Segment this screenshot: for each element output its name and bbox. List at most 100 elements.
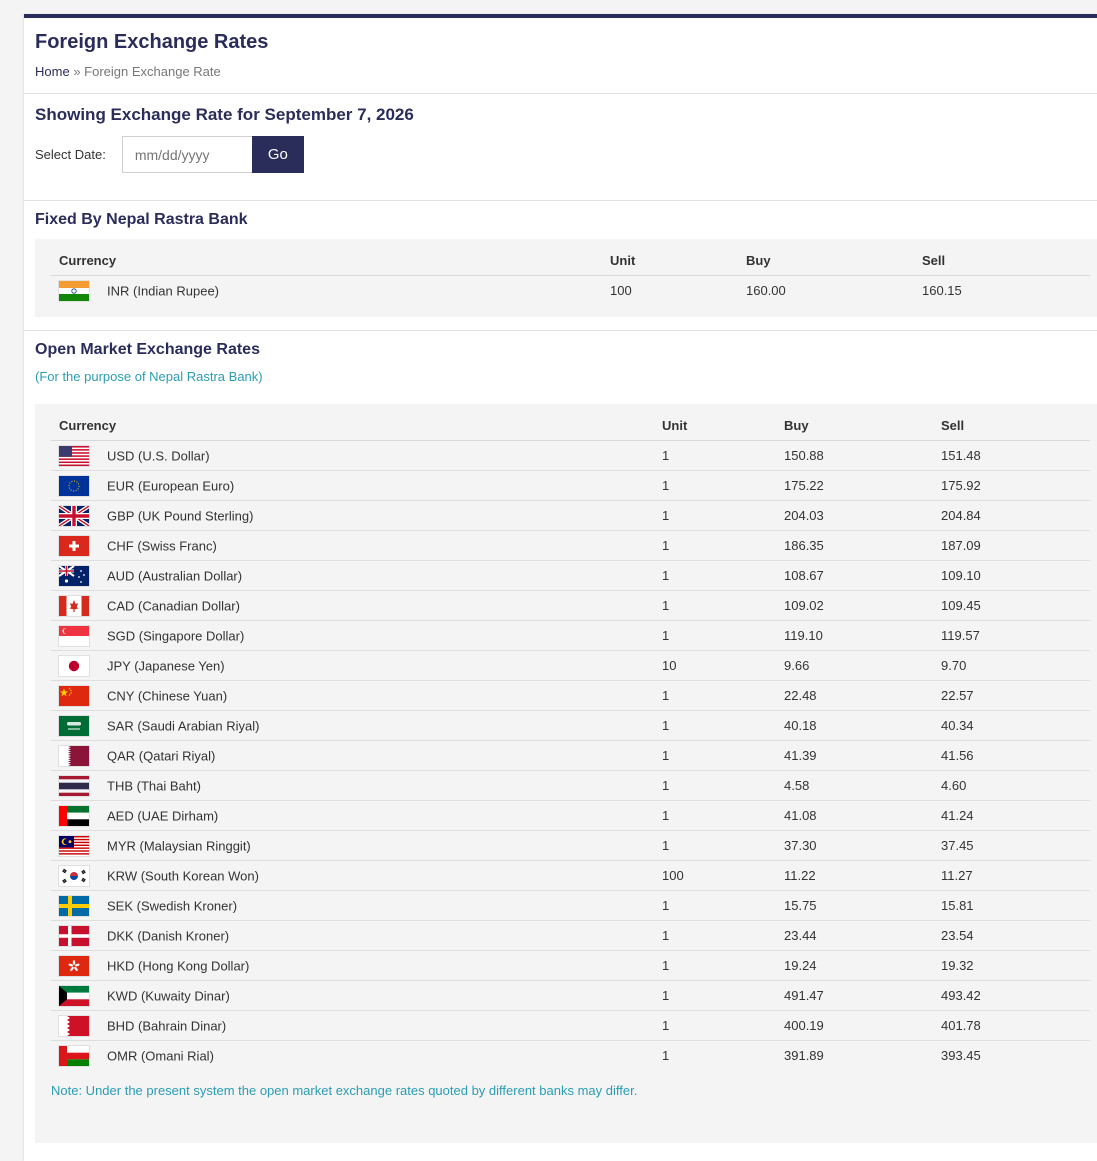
unit-cell: 1 <box>654 470 776 501</box>
table-row: DKK (Danish Kroner) 1 23.44 23.54 <box>51 920 1090 951</box>
buy-rate-cell: 40.18 <box>776 710 933 741</box>
buy-rate-cell: 41.39 <box>776 740 933 771</box>
table-row: EUR (European Euro) 1 175.22 175.92 <box>51 470 1090 501</box>
currency-name: QAR (Qatari Riyal) <box>107 748 216 763</box>
sell-rate-cell: 15.81 <box>933 890 1090 921</box>
currency-cell: USD (U.S. Dollar) <box>51 440 654 471</box>
fixed-rates-panel: Currency Unit Buy Sell INR (Indian Rupee… <box>35 239 1097 317</box>
buy-rate-cell: 108.67 <box>776 560 933 591</box>
jp-flag-icon <box>59 655 89 676</box>
page-title: Foreign Exchange Rates <box>35 31 269 53</box>
buy-rate-cell: 41.08 <box>776 800 933 831</box>
unit-cell: 1 <box>654 980 776 1011</box>
buy-rate-cell: 23.44 <box>776 920 933 951</box>
ch-flag-icon <box>59 535 89 556</box>
sell-rate-cell: 119.57 <box>933 620 1090 651</box>
unit-cell: 1 <box>654 590 776 621</box>
currency-cell: INR (Indian Rupee) <box>51 276 602 306</box>
column-header-sell: Sell <box>914 239 1090 276</box>
unit-cell: 100 <box>654 860 776 891</box>
buy-rate-cell: 175.22 <box>776 470 933 501</box>
table-row: KRW (South Korean Won) 100 11.22 11.27 <box>51 860 1090 891</box>
fixed-rates-title: Fixed By Nepal Rastra Bank <box>35 211 248 228</box>
sell-rate-cell: 9.70 <box>933 650 1090 681</box>
cn-flag-icon <box>59 685 89 706</box>
table-row: INR (Indian Rupee) 100 160.00 160.15 <box>51 276 1090 306</box>
table-row: JPY (Japanese Yen) 10 9.66 9.70 <box>51 650 1090 681</box>
currency-name: KRW (South Korean Won) <box>107 868 259 883</box>
table-row: CHF (Swiss Franc) 1 186.35 187.09 <box>51 530 1090 561</box>
buy-rate-cell: 186.35 <box>776 530 933 561</box>
sell-rate-cell: 41.24 <box>933 800 1090 831</box>
currency-cell: QAR (Qatari Riyal) <box>51 740 654 771</box>
bh-flag-icon <box>59 1015 89 1036</box>
currency-name: SEK (Swedish Kroner) <box>107 898 238 913</box>
sell-rate-cell: 175.92 <box>933 470 1090 501</box>
currency-cell: JPY (Japanese Yen) <box>51 650 654 681</box>
sell-rate-cell: 109.10 <box>933 560 1090 591</box>
currency-cell: THB (Thai Baht) <box>51 770 654 801</box>
sell-rate-cell: 151.48 <box>933 440 1090 471</box>
sell-rate-cell: 204.84 <box>933 500 1090 531</box>
table-row: OMR (Omani Rial) 1 391.89 393.45 <box>51 1041 1090 1071</box>
table-row: GBP (UK Pound Sterling) 1 204.03 204.84 <box>51 500 1090 531</box>
column-header-currency: Currency <box>51 404 654 441</box>
currency-cell: AED (UAE Dirham) <box>51 800 654 831</box>
table-row: SEK (Swedish Kroner) 1 15.75 15.81 <box>51 890 1090 921</box>
th-flag-icon <box>59 775 89 796</box>
currency-name: DKK (Danish Kroner) <box>107 928 230 943</box>
open-market-table: Currency Unit Buy Sell USD (U.S. Dollar)… <box>51 404 1090 1070</box>
unit-cell: 1 <box>654 890 776 921</box>
currency-name: KWD (Kuwaity Dinar) <box>107 988 230 1003</box>
sell-rate-cell: 41.56 <box>933 740 1090 771</box>
table-row: CAD (Canadian Dollar) 1 109.02 109.45 <box>51 590 1090 621</box>
buy-rate-cell: 491.47 <box>776 980 933 1011</box>
currency-cell: CHF (Swiss Franc) <box>51 530 654 561</box>
sell-rate-cell: 160.15 <box>922 283 962 298</box>
currency-name: SAR (Saudi Arabian Riyal) <box>107 718 260 733</box>
currency-cell: BHD (Bahrain Dinar) <box>51 1010 654 1041</box>
table-row: HKD (Hong Kong Dollar) 1 19.24 19.32 <box>51 950 1090 981</box>
gb-flag-icon <box>57 503 91 528</box>
unit-cell: 1 <box>654 1010 776 1041</box>
us-flag-icon <box>59 445 89 466</box>
go-button[interactable]: Go <box>251 136 304 173</box>
sell-rate-cell: 493.42 <box>933 980 1090 1011</box>
open-market-title: Open Market Exchange Rates <box>35 341 260 358</box>
table-row: AUD (Australian Dollar) 1 108.67 109.10 <box>51 560 1090 591</box>
select-date-label: Select Date: <box>35 147 106 162</box>
currency-name: HKD (Hong Kong Dollar) <box>107 958 250 973</box>
open-market-subtitle: (For the purpose of Nepal Rastra Bank) <box>35 369 263 384</box>
currency-name: CNY (Chinese Yuan) <box>107 688 228 703</box>
currency-name: GBP (UK Pound Sterling) <box>107 508 254 523</box>
table-row: AED (UAE Dirham) 1 41.08 41.24 <box>51 800 1090 831</box>
currency-cell: HKD (Hong Kong Dollar) <box>51 950 654 981</box>
sell-rate-cell: 37.45 <box>933 830 1090 861</box>
currency-name: CAD (Canadian Dollar) <box>107 598 240 613</box>
currency-cell: CNY (Chinese Yuan) <box>51 680 654 711</box>
sell-rate-cell: 187.09 <box>933 530 1090 561</box>
buy-rate-cell: 160.00 <box>746 283 786 298</box>
breadcrumb-home-link[interactable]: Home <box>35 64 70 79</box>
exchange-rate-card: Foreign Exchange Rates Home » Foreign Ex… <box>24 14 1097 1161</box>
buy-rate-cell: 400.19 <box>776 1010 933 1041</box>
table-row: SGD (Singapore Dollar) 1 119.10 119.57 <box>51 620 1090 651</box>
disclaimer-note: Note: Under the present system the open … <box>51 1083 638 1098</box>
buy-rate-cell: 119.10 <box>776 620 933 651</box>
column-header-unit: Unit <box>654 404 776 441</box>
table-row: THB (Thai Baht) 1 4.58 4.60 <box>51 770 1090 801</box>
unit-cell: 1 <box>654 680 776 711</box>
sell-rate-cell: 109.45 <box>933 590 1090 621</box>
unit-cell: 1 <box>662 1048 670 1063</box>
buy-rate-cell: 37.30 <box>776 830 933 861</box>
date-input[interactable] <box>121 136 252 173</box>
currency-cell: KWD (Kuwaity Dinar) <box>51 980 654 1011</box>
sg-flag-icon <box>59 625 89 646</box>
table-row: KWD (Kuwaity Dinar) 1 491.47 493.42 <box>51 980 1090 1011</box>
currency-cell: SAR (Saudi Arabian Riyal) <box>51 710 654 741</box>
table-row: QAR (Qatari Riyal) 1 41.39 41.56 <box>51 740 1090 771</box>
currency-cell: EUR (European Euro) <box>51 470 654 501</box>
currency-cell: DKK (Danish Kroner) <box>51 920 654 951</box>
table-row: MYR (Malaysian Ringgit) 1 37.30 37.45 <box>51 830 1090 861</box>
buy-rate-cell: 150.88 <box>776 440 933 471</box>
